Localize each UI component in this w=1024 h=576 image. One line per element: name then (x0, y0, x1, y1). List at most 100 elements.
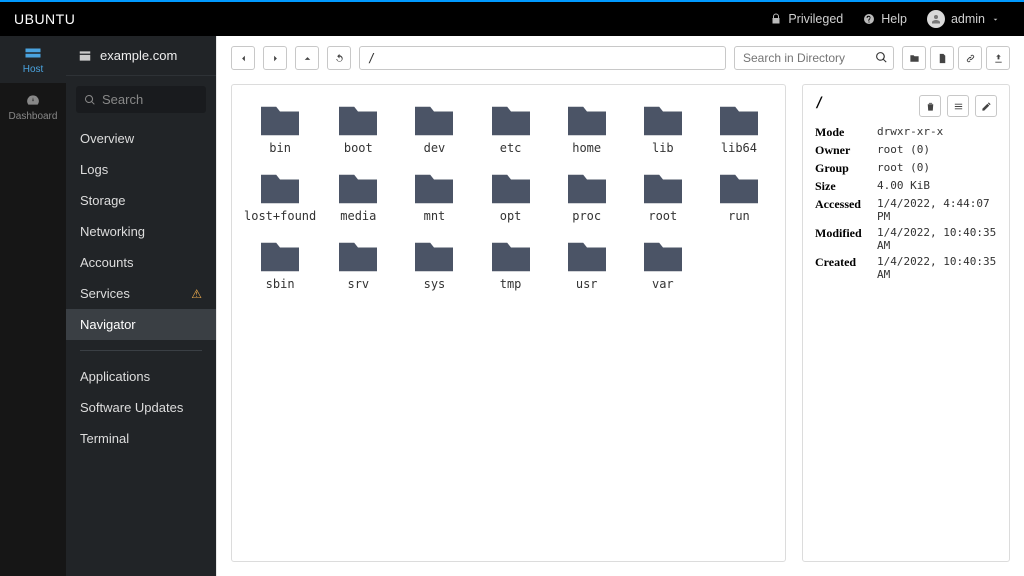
sidebar-item-label: Applications (80, 369, 150, 384)
sidemenu-search[interactable]: Search (76, 86, 206, 113)
folder-label: lib (652, 141, 674, 155)
folder-item[interactable]: sbin (242, 233, 318, 295)
folder-item[interactable]: etc (475, 97, 547, 159)
folder-label: opt (500, 209, 522, 223)
folder-label: tmp (500, 277, 522, 291)
sidebar-item-navigator[interactable]: Navigator (66, 309, 216, 340)
folder-item[interactable]: lost+found (242, 165, 318, 227)
user-menu[interactable]: admin (917, 10, 1010, 28)
folder-item[interactable]: tmp (475, 233, 547, 295)
folder-icon (256, 237, 304, 275)
folder-icon (334, 169, 382, 207)
folder-label: sbin (266, 277, 295, 291)
sidebar-item-logs[interactable]: Logs (66, 154, 216, 185)
details-value: root (0) (877, 141, 997, 159)
folder-item[interactable]: bin (242, 97, 318, 159)
edit-button[interactable] (975, 95, 997, 117)
path-input[interactable] (359, 46, 726, 70)
privileged-indicator[interactable]: Privileged (760, 12, 853, 26)
sidemenu-divider (80, 350, 202, 351)
upload-icon (993, 53, 1004, 64)
delete-button[interactable] (919, 95, 941, 117)
sidebar-item-label: Services (80, 286, 130, 301)
upload-button[interactable] (986, 46, 1010, 70)
nav-forward-button[interactable] (263, 46, 287, 70)
folder-label: sys (424, 277, 446, 291)
sidebar-item-label: Networking (80, 224, 145, 239)
sidebar-item-services[interactable]: Services⚠ (66, 278, 216, 309)
sidebar-item-accounts[interactable]: Accounts (66, 247, 216, 278)
folder-item[interactable]: run (703, 165, 775, 227)
sidebar-item-software-updates[interactable]: Software Updates (66, 392, 216, 423)
directory-search-input[interactable] (734, 46, 894, 70)
folder-icon (487, 169, 535, 207)
folder-icon (639, 169, 687, 207)
folder-label: media (340, 209, 376, 223)
folder-icon (410, 169, 458, 207)
folder-item[interactable]: opt (475, 165, 547, 227)
folder-item[interactable]: proc (551, 165, 623, 227)
folder-item[interactable]: mnt (398, 165, 470, 227)
folder-label: usr (576, 277, 598, 291)
folder-label: lib64 (721, 141, 757, 155)
sidebar-item-terminal[interactable]: Terminal (66, 423, 216, 454)
folder-item[interactable]: lib (627, 97, 699, 159)
sidebar-item-label: Accounts (80, 255, 133, 270)
folder-item[interactable]: lib64 (703, 97, 775, 159)
file-grid: binbootdevetchome lib lib64 lost+found media… (231, 84, 786, 562)
folder-item[interactable]: srv (322, 233, 394, 295)
folder-item[interactable]: home (551, 97, 623, 159)
sidebar-item-applications[interactable]: Applications (66, 361, 216, 392)
brand: UBUNTU (14, 11, 75, 27)
folder-label: srv (347, 277, 369, 291)
folder-icon (256, 101, 304, 139)
sidebar-item-label: Software Updates (80, 400, 183, 415)
person-icon (930, 13, 942, 25)
folder-icon (410, 101, 458, 139)
details-key: Group (815, 159, 877, 177)
sidebar-item-networking[interactable]: Networking (66, 216, 216, 247)
topbar: UBUNTU Privileged Help admin (0, 0, 1024, 36)
window-icon (78, 49, 92, 63)
nav-back-button[interactable] (231, 46, 255, 70)
lock-icon (770, 13, 782, 25)
sidebar-item-overview[interactable]: Overview (66, 123, 216, 154)
sidebar-item-storage[interactable]: Storage (66, 185, 216, 216)
details-row: Size4.00 KiB (815, 177, 997, 195)
folder-icon (639, 237, 687, 275)
sidebar-item-label: Overview (80, 131, 134, 146)
details-value: 1/4/2022, 10:40:35 AM (877, 253, 997, 282)
toolbar (217, 36, 1024, 80)
nav-up-button[interactable] (295, 46, 319, 70)
folder-item[interactable]: dev (398, 97, 470, 159)
server-icon (24, 46, 42, 60)
folder-item[interactable]: root (627, 165, 699, 227)
details-row: Accessed1/4/2022, 4:44:07 PM (815, 195, 997, 224)
folder-item[interactable]: boot (322, 97, 394, 159)
main: binbootdevetchome lib lib64 lost+found media… (216, 36, 1024, 576)
hostname-row[interactable]: example.com (66, 36, 216, 76)
help-button[interactable]: Help (853, 12, 917, 26)
folder-item[interactable]: media (322, 165, 394, 227)
folder-icon (715, 101, 763, 139)
folder-item[interactable]: usr (551, 233, 623, 295)
folder-item[interactable]: var (627, 233, 699, 295)
link-button[interactable] (958, 46, 982, 70)
pencil-icon (981, 101, 992, 112)
folder-icon (487, 237, 535, 275)
folder-item[interactable]: sys (398, 233, 470, 295)
details-row: Created1/4/2022, 10:40:35 AM (815, 253, 997, 282)
new-folder-button[interactable] (902, 46, 926, 70)
file-icon (937, 53, 948, 64)
list-button[interactable] (947, 95, 969, 117)
folder-label: proc (572, 209, 601, 223)
search-icon (875, 51, 888, 64)
arrow-left-icon (238, 53, 249, 64)
left-rail: Host Dashboard (0, 36, 66, 576)
refresh-button[interactable] (327, 46, 351, 70)
new-file-button[interactable] (930, 46, 954, 70)
rail-tab-dashboard[interactable]: Dashboard (0, 83, 66, 130)
details-row: Modified1/4/2022, 10:40:35 AM (815, 224, 997, 253)
list-icon (953, 101, 964, 112)
rail-tab-host[interactable]: Host (0, 36, 66, 83)
